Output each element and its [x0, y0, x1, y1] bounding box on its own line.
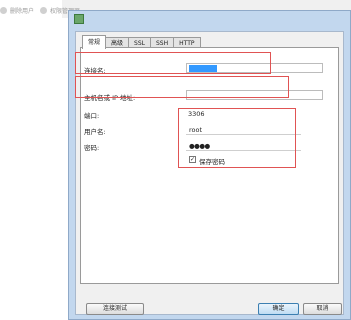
- tab-general[interactable]: 常规: [82, 35, 107, 49]
- cancel-button[interactable]: 取消: [303, 303, 342, 315]
- connection-name-highlight: [75, 52, 271, 74]
- delete-user-label: 删除用户: [10, 7, 35, 15]
- delete-user-button[interactable]: 删除用户: [0, 6, 34, 15]
- test-connection-button[interactable]: 连接测试: [86, 303, 144, 315]
- host-highlight: [75, 76, 289, 98]
- password-label: 密码:: [84, 144, 100, 152]
- delete-user-icon: [0, 6, 7, 14]
- app-icon: [74, 14, 84, 24]
- credentials-highlight: [178, 108, 296, 168]
- privilege-manager-icon: [40, 6, 48, 14]
- ok-button[interactable]: 确定: [258, 303, 299, 315]
- username-label: 用户名:: [84, 128, 106, 136]
- port-label: 端口:: [84, 112, 100, 120]
- dialog-titlebar[interactable]: [69, 11, 350, 28]
